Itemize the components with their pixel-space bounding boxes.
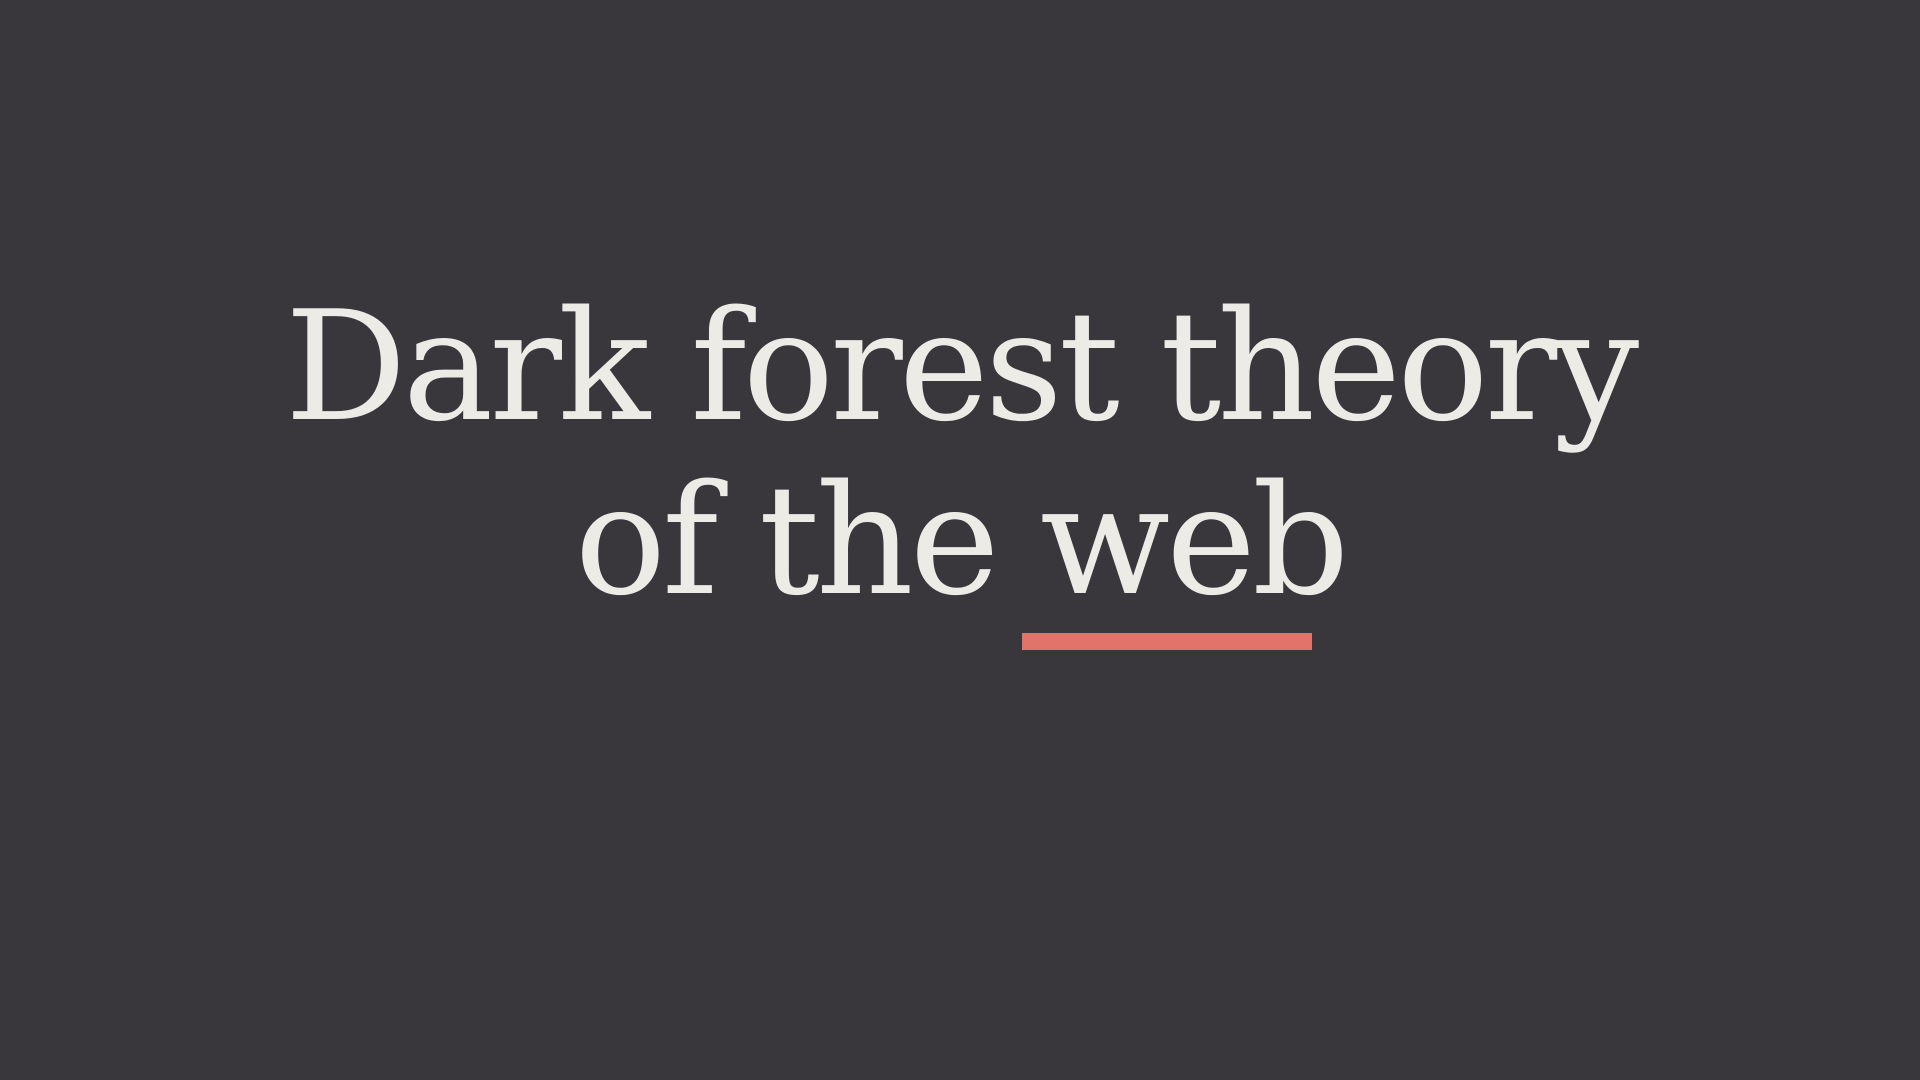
title-line-1: Dark forest theory	[284, 278, 1639, 455]
title-line-2: of the web	[574, 452, 1350, 629]
page-title: Dark forest theory of the web	[0, 280, 1920, 628]
accent-underline	[1022, 633, 1312, 650]
